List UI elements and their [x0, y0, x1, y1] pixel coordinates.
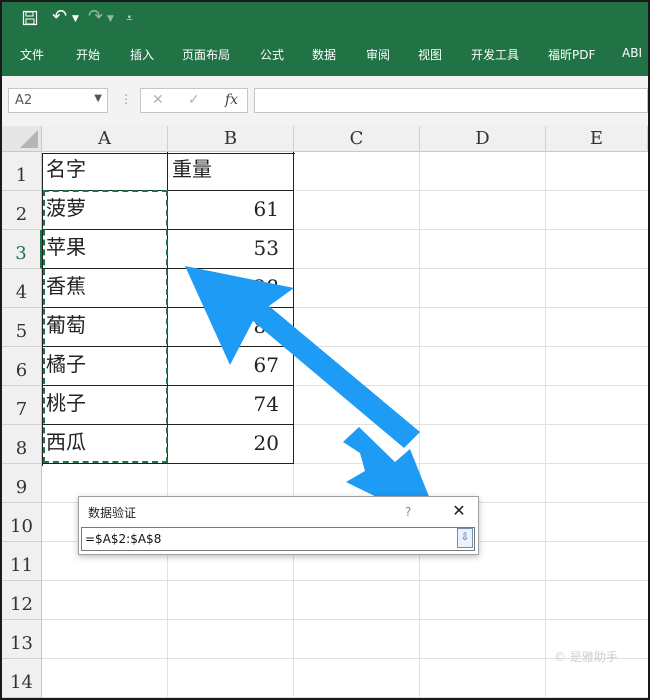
- row-header-7[interactable]: 7: [2, 386, 42, 425]
- expand-dialog-icon[interactable]: ⇩: [457, 528, 473, 548]
- tab-foxit-pdf[interactable]: 福昕PDF: [548, 46, 595, 63]
- save-icon[interactable]: [22, 10, 38, 30]
- column-header-a[interactable]: A: [42, 126, 168, 152]
- quick-access-toolbar: ↶ ▼ ↷ ▼ ⩡: [2, 2, 648, 38]
- formula-bar-grip-icon: ⋮: [120, 92, 132, 106]
- cell-a3[interactable]: 苹果: [42, 230, 168, 269]
- row-header-12[interactable]: 12: [2, 581, 42, 620]
- name-box[interactable]: A2 ▼: [8, 88, 108, 113]
- tab-developer[interactable]: 开发工具: [471, 46, 519, 63]
- cell-b2[interactable]: 61: [168, 191, 294, 230]
- cell-a5[interactable]: 葡萄: [42, 308, 168, 347]
- tab-insert[interactable]: 插入: [130, 46, 154, 63]
- tab-page-layout[interactable]: 页面布局: [182, 46, 230, 63]
- customize-qat-icon[interactable]: ⩡: [126, 11, 133, 26]
- tab-view[interactable]: 视图: [418, 46, 442, 63]
- column-header-b[interactable]: B: [168, 126, 294, 152]
- row-header-6[interactable]: 6: [2, 347, 42, 386]
- name-box-value: A2: [15, 93, 33, 108]
- ribbon-tabs: 文件 开始 插入 页面布局 公式 数据 审阅 视图 开发工具 福昕PDF ABI: [2, 38, 648, 76]
- tab-home[interactable]: 开始: [76, 46, 100, 63]
- dialog-title: 数据验证: [88, 506, 137, 520]
- formula-buttons: ✕ ✓ fx: [140, 88, 248, 113]
- row-header-3[interactable]: 3: [2, 230, 42, 269]
- row-header-14[interactable]: 14: [2, 659, 42, 698]
- enter-icon[interactable]: ✓: [188, 92, 200, 108]
- row-header-11[interactable]: 11: [2, 542, 42, 581]
- column-header-d[interactable]: D: [420, 126, 546, 152]
- cell-b5[interactable]: 81: [168, 308, 294, 347]
- cell-b4[interactable]: 28: [168, 269, 294, 308]
- tab-review[interactable]: 审阅: [366, 46, 390, 63]
- cell-b1[interactable]: 重量: [168, 152, 294, 191]
- watermark: © 是雅助手: [554, 650, 618, 664]
- column-header-c[interactable]: C: [294, 126, 420, 152]
- help-icon[interactable]: ?: [405, 505, 411, 519]
- cell-a4[interactable]: 香蕉: [42, 269, 168, 308]
- select-all-button[interactable]: [2, 126, 42, 152]
- cell-b3[interactable]: 53: [168, 230, 294, 269]
- row-header-9[interactable]: 9: [2, 464, 42, 503]
- column-header-e[interactable]: E: [546, 126, 648, 152]
- tab-abbyy[interactable]: ABI: [622, 46, 642, 60]
- cell-a8[interactable]: 西瓜: [42, 425, 168, 464]
- formula-input[interactable]: [254, 88, 648, 113]
- redo-dropdown-icon[interactable]: ▼: [107, 14, 114, 24]
- cell-a6[interactable]: 橘子: [42, 347, 168, 386]
- name-box-dropdown-icon[interactable]: ▼: [94, 93, 102, 104]
- row-header-1[interactable]: 1: [2, 152, 42, 191]
- tab-formulas[interactable]: 公式: [260, 46, 284, 63]
- row-header-5[interactable]: 5: [2, 308, 42, 347]
- cell-b6[interactable]: 67: [168, 347, 294, 386]
- row-header-13[interactable]: 13: [2, 620, 42, 659]
- range-reference-value: =$A$2:$A$8: [85, 532, 162, 546]
- cell-b8[interactable]: 20: [168, 425, 294, 464]
- tab-file[interactable]: 文件: [20, 46, 44, 63]
- worksheet-grid: A B C D E 1 2 3 4 5 6 7 8 9 10 11 12 13 …: [2, 126, 648, 698]
- excel-window: ↶ ▼ ↷ ▼ ⩡ 文件 开始 插入 页面布局 公式 数据 审阅 视图 开发工具…: [0, 0, 650, 700]
- undo-dropdown-icon[interactable]: ▼: [72, 14, 79, 24]
- close-icon[interactable]: ✕: [447, 500, 471, 522]
- row-header-4[interactable]: 4: [2, 269, 42, 308]
- formula-bar: A2 ▼ ⋮ ✕ ✓ fx: [2, 76, 648, 127]
- data-validation-dialog: 数据验证 ? ✕ =$A$2:$A$8 ⇩: [78, 496, 479, 555]
- cell-a7[interactable]: 桃子: [42, 386, 168, 425]
- range-reference-input[interactable]: =$A$2:$A$8: [81, 527, 475, 551]
- undo-icon[interactable]: ↶: [52, 6, 67, 27]
- row-header-2[interactable]: 2: [2, 191, 42, 230]
- row-header-8[interactable]: 8: [2, 425, 42, 464]
- tab-data[interactable]: 数据: [312, 46, 336, 63]
- insert-function-icon[interactable]: fx: [225, 92, 238, 108]
- cancel-icon[interactable]: ✕: [152, 92, 164, 108]
- cell-b7[interactable]: 74: [168, 386, 294, 425]
- row-header-10[interactable]: 10: [2, 503, 42, 542]
- redo-icon[interactable]: ↷: [88, 6, 103, 27]
- cell-a2[interactable]: 菠萝: [42, 191, 168, 230]
- cell-a1[interactable]: 名字: [42, 152, 168, 191]
